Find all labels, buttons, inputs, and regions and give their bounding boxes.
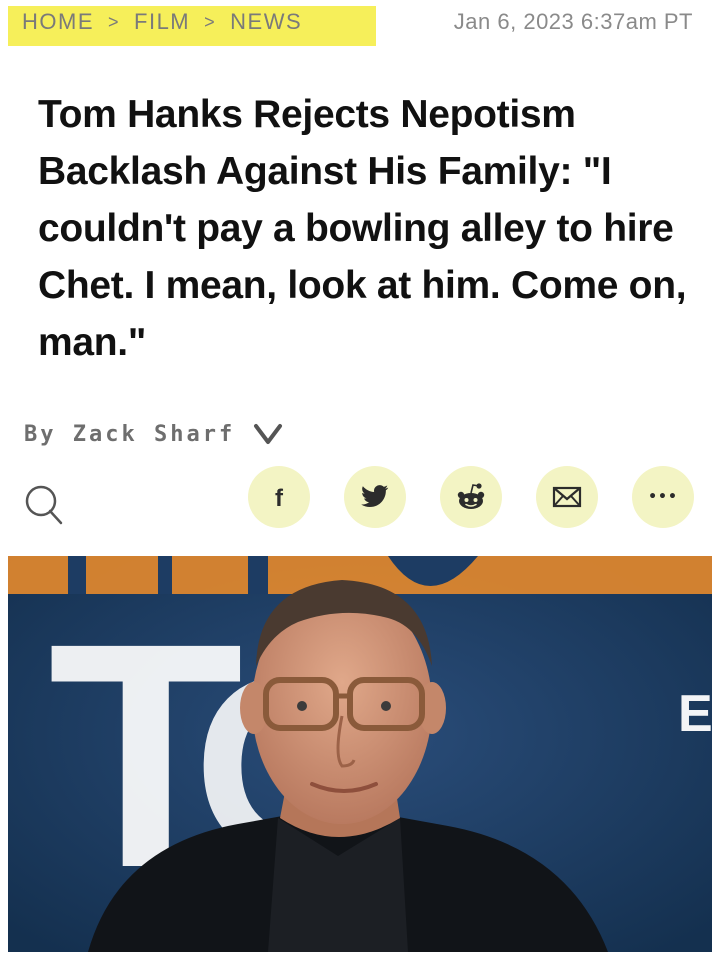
breadcrumb: HOME > FILM > NEWS [22, 8, 302, 36]
bottom-divider [0, 952, 719, 960]
facebook-icon: f [275, 485, 284, 512]
twitter-share-button[interactable] [344, 466, 406, 528]
breadcrumb-home[interactable]: HOME [22, 9, 94, 35]
article-headline: Tom Hanks Rejects Nepotism Backlash Agai… [38, 93, 687, 364]
author-name[interactable]: By Zack Sharf [24, 422, 235, 447]
backdrop-letter: E [678, 685, 712, 743]
chevron-down-icon[interactable] [253, 423, 283, 445]
hero-photo-illustration: T O E [8, 556, 712, 952]
byline[interactable]: By Zack Sharf [24, 418, 283, 450]
twitter-icon [361, 485, 389, 508]
breadcrumb-separator: > [204, 11, 217, 32]
article-toolbar: f ••• [0, 462, 719, 532]
reddit-share-button[interactable] [440, 466, 502, 528]
breadcrumb-news[interactable]: NEWS [230, 9, 302, 35]
more-icon: ••• [648, 489, 678, 505]
breadcrumb-separator: > [108, 11, 121, 32]
svg-text:f: f [275, 485, 284, 512]
hero-image: T O E [8, 556, 712, 952]
top-bar: HOME > FILM > NEWS Jan 6, 2023 6:37am PT [0, 0, 719, 50]
email-icon [552, 486, 582, 508]
search-icon[interactable] [22, 482, 66, 526]
breadcrumb-film[interactable]: FILM [134, 9, 190, 35]
facebook-share-button[interactable]: f [248, 466, 310, 528]
publish-date: Jan 6, 2023 6:37am PT [453, 9, 693, 34]
reddit-icon [457, 483, 485, 509]
more-options-button[interactable]: ••• [632, 466, 694, 528]
email-share-button[interactable] [536, 466, 598, 528]
